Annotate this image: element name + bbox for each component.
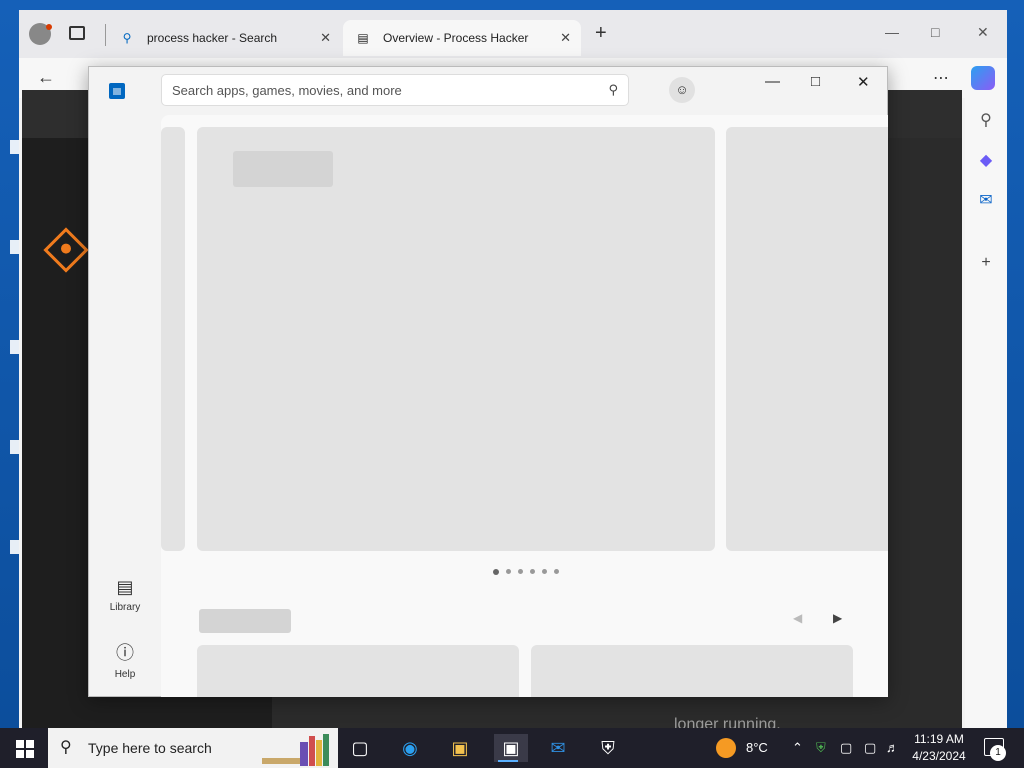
defender-icon[interactable]: ⛨ (816, 740, 826, 756)
search-icon: ⚲ (60, 739, 72, 756)
store-home: ◀ ▶ (161, 115, 888, 697)
weather-icon[interactable] (716, 738, 736, 758)
tab-actions-icon[interactable] (69, 26, 85, 40)
close-tab-icon[interactable]: ✕ (560, 30, 571, 46)
section-title-placeholder (199, 609, 291, 633)
start-button[interactable] (16, 740, 34, 758)
hero-card-next[interactable] (726, 127, 888, 551)
notification-badge: 1 (990, 745, 1006, 761)
hero-title-placeholder (233, 151, 333, 187)
carousel-dots[interactable] (493, 569, 559, 575)
store-icon (109, 83, 125, 99)
maximize-icon[interactable]: □ (931, 24, 939, 40)
profile-badge (46, 24, 52, 30)
search-icon[interactable]: ⚲ (608, 82, 618, 98)
chevron-left-icon[interactable]: ◀ (793, 611, 802, 625)
new-tab-button[interactable]: + (595, 22, 607, 45)
nav-library-label: Library (109, 602, 141, 613)
hero-card[interactable] (197, 127, 715, 551)
close-icon[interactable]: ✕ (857, 73, 870, 91)
nav-help-label: Help (114, 669, 136, 680)
taskbar-search-placeholder: Type here to search (88, 740, 212, 756)
security-icon[interactable]: ⛨ (594, 734, 622, 762)
clock-date: 4/23/2024 (912, 749, 966, 763)
tab-search[interactable]: ⚲ process hacker - Search ✕ (109, 20, 341, 56)
clock[interactable]: 11:19 AM 4/23/2024 (906, 731, 972, 765)
copilot-icon[interactable] (971, 66, 995, 90)
chevron-up-icon[interactable]: ⌃ (792, 740, 803, 756)
books-illustration-icon (262, 734, 329, 766)
close-icon[interactable]: ✕ (977, 24, 989, 41)
chevron-right-icon[interactable]: ▶ (833, 611, 842, 625)
tab-strip: ⚲ process hacker - Search ✕ ▤ Overview -… (19, 10, 1007, 58)
nav-help[interactable]: ⓘ Help (101, 639, 149, 680)
hero-card-prev[interactable] (161, 127, 185, 551)
volume-muted-icon[interactable]: ♬ (886, 740, 899, 755)
add-icon[interactable]: + (976, 254, 996, 274)
tab-label: Overview - Process Hacker (383, 31, 529, 45)
more-icon[interactable]: ⋯ (933, 68, 950, 88)
mail-icon[interactable]: ✉ (544, 734, 572, 762)
search-icon[interactable]: ⚲ (976, 110, 996, 130)
store-window: Search apps, games, movies, and more ⚲ ☺… (88, 66, 888, 697)
maximize-icon[interactable]: □ (811, 73, 820, 90)
tab-label: process hacker - Search (147, 31, 278, 45)
edge-icon[interactable]: ◉ (396, 734, 424, 762)
search-placeholder: Search apps, games, movies, and more (172, 82, 402, 98)
search-icon: ⚲ (122, 31, 132, 45)
clock-time: 11:19 AM (914, 732, 964, 746)
taskbar-search[interactable]: ⚲ Type here to search (48, 728, 338, 768)
app-card[interactable] (197, 645, 519, 697)
store-taskbar-icon[interactable]: ▣ (494, 734, 528, 762)
network-icon[interactable]: ▢ (840, 740, 852, 756)
process-hacker-icon: ▤ (357, 31, 369, 45)
nav-library[interactable]: ▤ Library (101, 577, 149, 613)
search-input[interactable]: Search apps, games, movies, and more ⚲ (161, 74, 629, 106)
outlook-icon[interactable]: ✉ (976, 190, 996, 210)
task-view-icon[interactable]: ▢ (346, 734, 374, 762)
file-explorer-icon[interactable]: ▣ (446, 734, 474, 762)
back-icon[interactable]: ← (37, 67, 55, 88)
account-icon[interactable]: ☺ (669, 77, 695, 103)
divider (105, 24, 106, 46)
taskbar: ⚲ Type here to search ▢ ◉ ▣ ▣ ✉ ⛨ 8°C ⌃ … (0, 728, 1024, 768)
minimize-icon[interactable]: — (885, 24, 899, 40)
minimize-icon[interactable]: — (765, 73, 780, 90)
edge-sidebar: ⚲ ◆ ✉ + (965, 98, 1007, 728)
library-icon: ▤ (116, 577, 134, 597)
display-icon[interactable]: ▢ (864, 740, 876, 756)
close-tab-icon[interactable]: ✕ (320, 30, 331, 46)
app-card[interactable] (531, 645, 853, 697)
help-icon: ⓘ (116, 643, 134, 663)
tab-process-hacker[interactable]: ▤ Overview - Process Hacker ✕ (343, 20, 581, 56)
copilot-icon[interactable]: ◆ (976, 150, 996, 170)
weather-temp[interactable]: 8°C (746, 740, 768, 755)
